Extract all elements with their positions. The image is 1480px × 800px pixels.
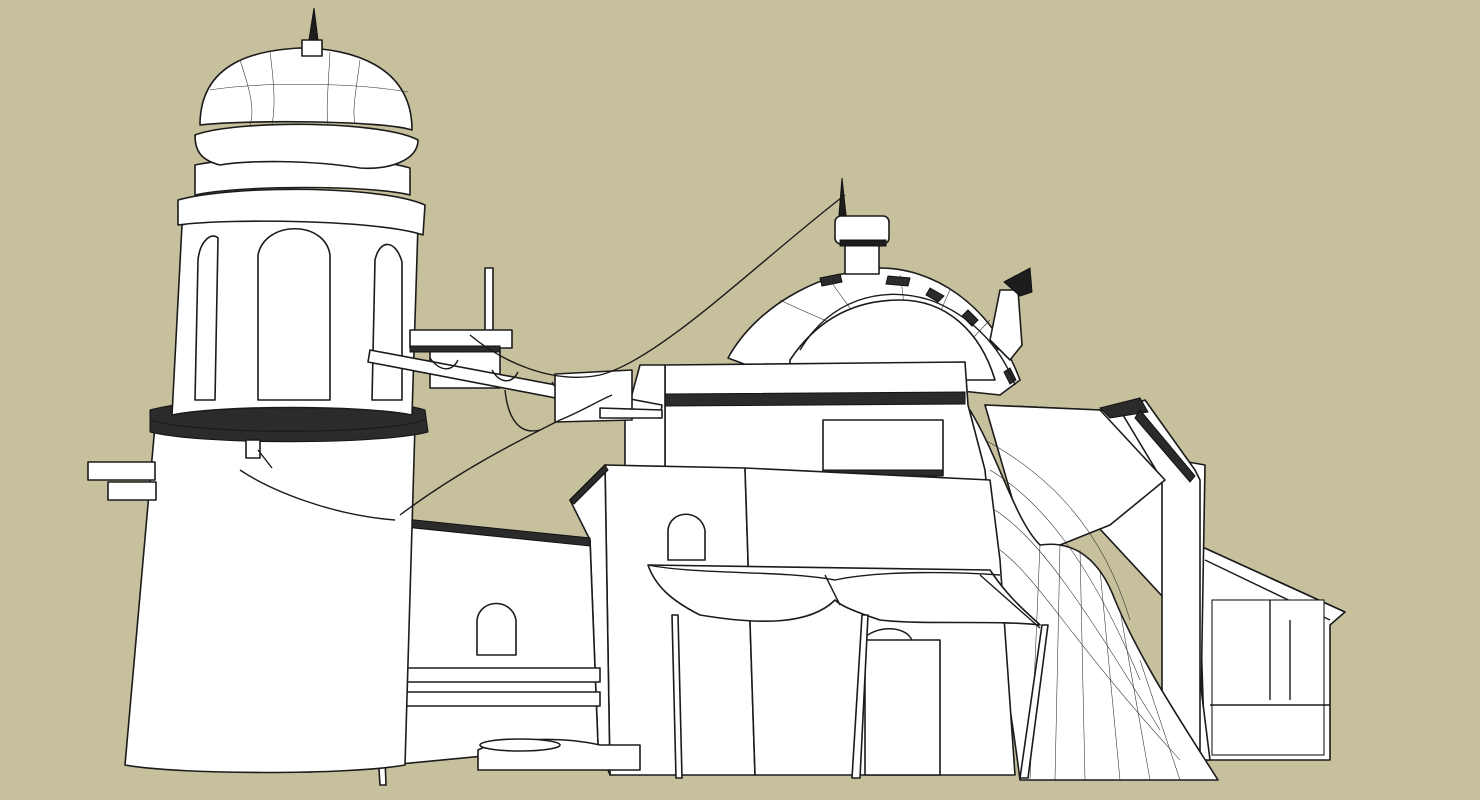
tower bbox=[124, 7, 429, 774]
chimney bbox=[989, 267, 1033, 361]
model-viewport[interactable] bbox=[0, 0, 1480, 800]
right-annex bbox=[1185, 461, 1346, 761]
wireframe-building-model bbox=[87, 7, 1346, 786]
